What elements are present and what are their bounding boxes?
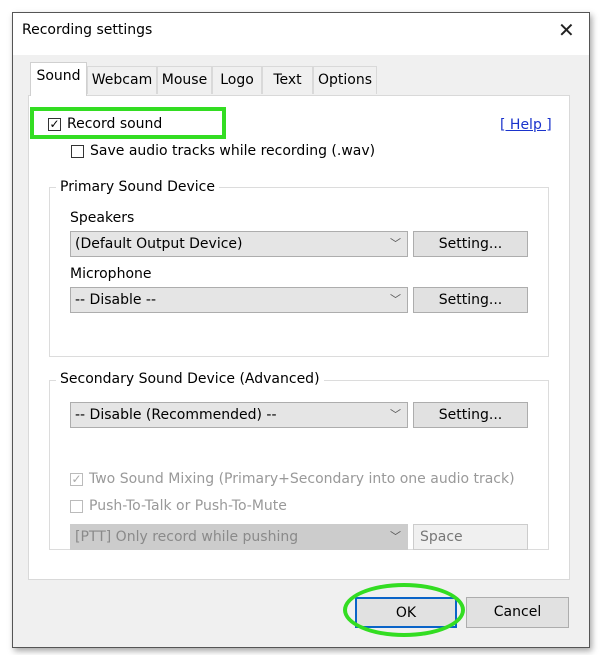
tab-webcam[interactable]: Webcam	[87, 66, 157, 94]
secondary-device-value: -- Disable (Recommended) --	[75, 407, 277, 423]
speakers-value: (Default Output Device)	[75, 236, 243, 252]
record-sound-label[interactable]: Record sound	[67, 116, 162, 132]
chevron-down-icon: ﹀	[390, 530, 401, 543]
tab-sound[interactable]: Sound	[30, 62, 87, 96]
save-audio-checkbox[interactable]	[71, 145, 84, 158]
help-link[interactable]: [ Help ]	[500, 117, 552, 133]
tab-options[interactable]: Options	[313, 66, 377, 94]
push-to-talk-checkbox[interactable]	[70, 500, 83, 513]
secondary-sound-group-title: Secondary Sound Device (Advanced)	[56, 371, 324, 387]
two-sound-mixing-label: Two Sound Mixing (Primary+Secondary into…	[89, 471, 515, 487]
two-sound-mixing-checkbox[interactable]: ✓	[70, 473, 83, 486]
tab-text[interactable]: Text	[262, 66, 313, 94]
microphone-label: Microphone	[70, 266, 152, 282]
record-sound-checkbox[interactable]: ✓	[48, 118, 61, 131]
secondary-setting-button[interactable]: Setting...	[413, 402, 528, 428]
cancel-button[interactable]: Cancel	[466, 597, 569, 628]
tab-mouse[interactable]: Mouse	[157, 66, 212, 94]
microphone-dropdown[interactable]: -- Disable -- ﹀	[70, 287, 408, 313]
dialog-title: Recording settings	[22, 22, 153, 38]
save-audio-label[interactable]: Save audio tracks while recording (.wav)	[90, 143, 375, 159]
microphone-setting-button[interactable]: Setting...	[413, 287, 528, 313]
ok-button[interactable]: OK	[355, 597, 457, 628]
ptt-mode-value: [PTT] Only record while pushing	[75, 529, 299, 545]
chevron-down-icon: ﹀	[390, 237, 401, 250]
tab-logo[interactable]: Logo	[212, 66, 262, 94]
push-to-talk-label: Push-To-Talk or Push-To-Mute	[89, 498, 287, 514]
close-icon[interactable]: ✕	[558, 18, 575, 42]
ptt-key-field[interactable]: Space	[413, 524, 528, 550]
ptt-mode-dropdown[interactable]: [PTT] Only record while pushing ﹀	[70, 524, 408, 550]
chevron-down-icon: ﹀	[390, 408, 401, 421]
chevron-down-icon: ﹀	[390, 293, 401, 306]
speakers-setting-button[interactable]: Setting...	[413, 231, 528, 257]
primary-sound-group-title: Primary Sound Device	[56, 179, 219, 195]
speakers-dropdown[interactable]: (Default Output Device) ﹀	[70, 231, 408, 257]
microphone-value: -- Disable --	[75, 292, 157, 308]
speakers-label: Speakers	[70, 210, 135, 226]
secondary-device-dropdown[interactable]: -- Disable (Recommended) -- ﹀	[70, 402, 408, 428]
